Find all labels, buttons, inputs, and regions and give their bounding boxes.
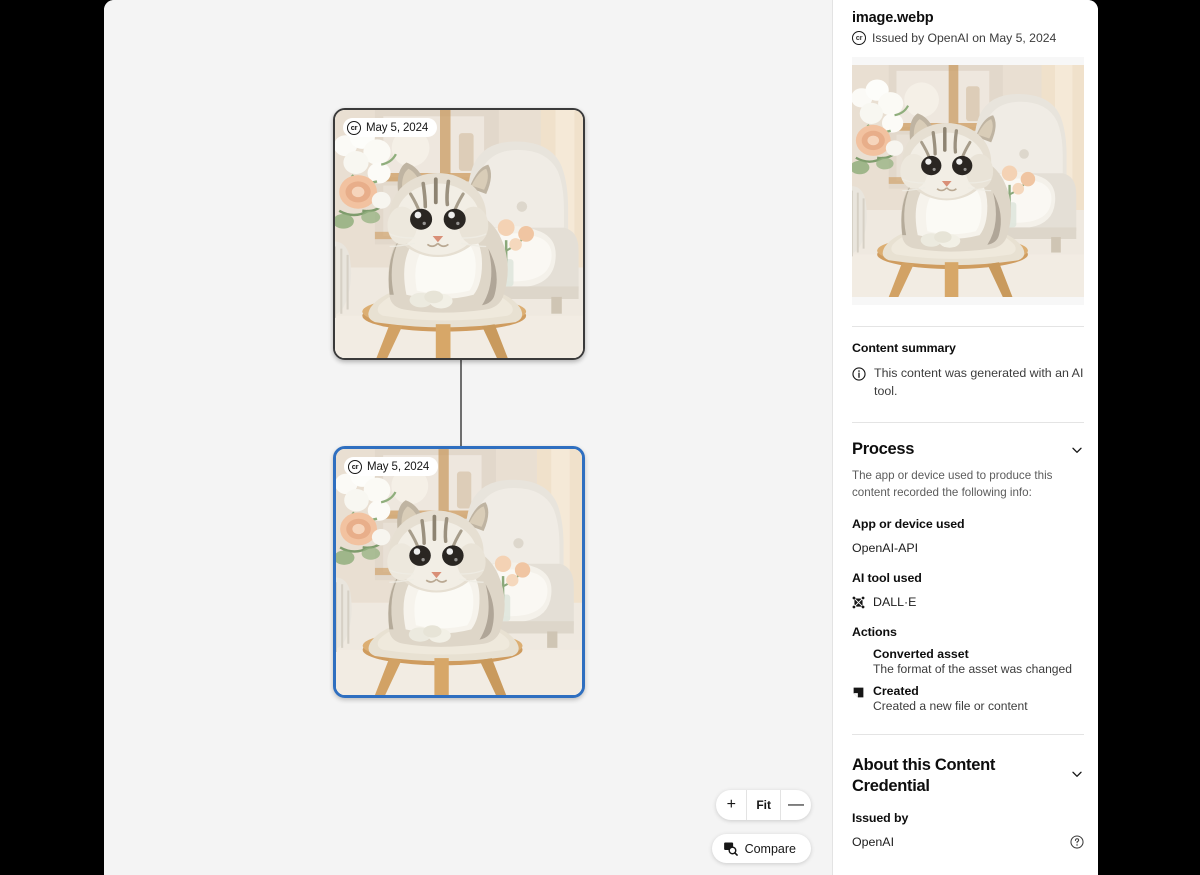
content-summary-row: This content was generated with an AI to… [852,365,1084,401]
issued-by-row: OpenAI [852,835,1084,849]
chevron-down-icon[interactable] [1070,443,1084,457]
issuer-line-label: Issued by OpenAI on May 5, 2024 [872,31,1056,45]
created-page-icon [852,686,865,699]
content-credentials-icon: cr [852,31,866,45]
preview-thumbnail [852,65,1084,297]
issued-by-value: OpenAI [852,835,894,849]
zoom-fit-button[interactable]: Fit [746,790,781,820]
node-selected-image [336,449,582,695]
dalle-icon [852,596,865,609]
ai-tool-row: DALL·E [852,595,1084,609]
compare-button[interactable]: Compare [712,834,811,863]
details-sidebar: image.webp cr Issued by OpenAI on May 5,… [833,0,1098,875]
node-selected-date-badge: cr May 5, 2024 [344,457,438,476]
ai-tool-value: DALL·E [873,595,916,609]
content-summary-heading: Content summary [852,341,1084,355]
app-or-device-value: OpenAI-API [852,541,1084,555]
node-parent-image [335,110,583,358]
process-heading: Process [852,439,914,460]
process-section-header[interactable]: Process [852,439,1084,460]
ai-tool-label: AI tool used [852,571,1084,585]
image-preview[interactable] [852,57,1084,305]
action-description: The format of the asset was changed [873,662,1072,676]
info-icon [852,367,866,381]
zoom-out-button[interactable]: — [781,790,811,820]
zoom-in-button[interactable]: + [716,790,746,820]
help-circle-icon[interactable] [1070,835,1084,849]
content-credentials-icon: cr [348,460,362,474]
issued-by-label: Issued by [852,811,1084,825]
action-title: Converted asset [873,647,1072,661]
node-parent-date-badge: cr May 5, 2024 [343,118,437,137]
canvas-node-selected[interactable]: cr May 5, 2024 [333,446,585,698]
action-description: Created a new file or content [873,699,1028,713]
process-description: The app or device used to produce this c… [852,468,1084,501]
issuer-line: cr Issued by OpenAI on May 5, 2024 [852,31,1084,45]
action-title: Created [873,684,1028,698]
file-name: image.webp [852,10,1084,26]
content-summary-text: This content was generated with an AI to… [874,365,1084,401]
canvas-node-parent[interactable]: cr May 5, 2024 [333,108,585,360]
zoom-controls: + Fit — [716,790,811,820]
node-connector-line [460,360,462,450]
compare-icon [723,841,738,856]
app-or-device-label: App or device used [852,517,1084,531]
about-heading: About this Content Credential [852,755,1037,797]
action-item: Converted asset The format of the asset … [852,647,1084,676]
node-selected-date-label: May 5, 2024 [367,461,429,473]
chevron-down-icon[interactable] [1070,767,1084,781]
about-section-header[interactable]: About this Content Credential [852,755,1084,797]
content-credentials-window: cr May 5, 2024 cr May 5, 2024 + Fit — [104,0,1098,875]
action-item: Created Created a new file or content [852,684,1084,713]
provenance-canvas[interactable]: cr May 5, 2024 cr May 5, 2024 + Fit — [104,0,833,875]
node-parent-date-label: May 5, 2024 [366,122,428,134]
compare-button-label: Compare [745,842,796,856]
actions-label: Actions [852,625,1084,639]
content-credentials-icon: cr [347,121,361,135]
